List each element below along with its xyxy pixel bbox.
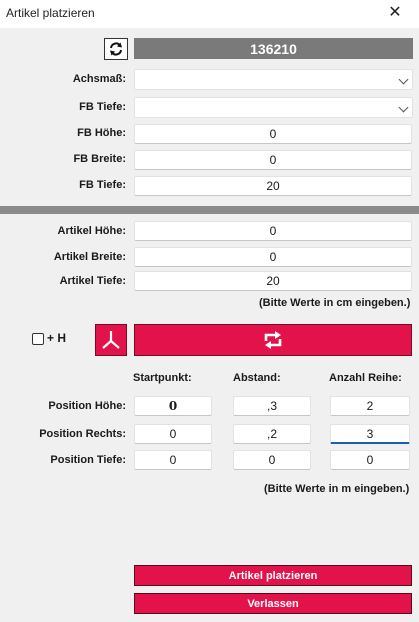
hint-m: (Bitte Werte in m eingeben.) <box>264 483 410 495</box>
position-tiefe-start[interactable]: 0 <box>134 450 212 470</box>
leave-button[interactable]: Verlassen <box>134 593 412 614</box>
artikel-breite-input[interactable]: 0 <box>134 247 412 267</box>
close-icon[interactable]: ✕ <box>383 3 407 23</box>
col-startpunkt: Startpunkt: <box>133 372 192 384</box>
swap-arrows-icon <box>264 331 282 349</box>
artikel-hoehe-input[interactable]: 0 <box>134 221 412 241</box>
position-rechts-anzahl[interactable]: 3 <box>330 424 410 444</box>
plus-h-label: + H <box>47 331 67 345</box>
artikel-hoehe-label: Artikel Höhe: <box>57 225 126 237</box>
artikel-tiefe-input[interactable]: 20 <box>134 271 412 291</box>
article-id-bar: 136210 <box>134 38 413 59</box>
fb-tiefe-input[interactable]: 20 <box>134 176 412 196</box>
col-anzahl-reihe: Anzahl Reihe: <box>329 372 402 384</box>
position-hoehe-abstand[interactable]: ,3 <box>233 396 311 416</box>
axis-icon <box>102 331 120 349</box>
chevron-down-icon <box>398 102 409 113</box>
fb-tiefe-label: FB Tiefe: <box>79 179 126 191</box>
refresh-button[interactable] <box>104 38 128 60</box>
chevron-down-icon <box>398 74 409 85</box>
place-article-button[interactable]: Artikel platzieren <box>134 565 412 586</box>
fb-hoehe-input[interactable]: 0 <box>134 124 412 144</box>
position-rechts-label: Position Rechts: <box>39 428 126 440</box>
fb-tiefe-select-label: FB Tiefe: <box>79 101 126 113</box>
plus-h-checkbox[interactable] <box>32 333 44 345</box>
position-tiefe-abstand[interactable]: 0 <box>233 450 311 470</box>
fb-breite-input[interactable]: 0 <box>134 150 412 170</box>
window-title: Artikel platzieren <box>6 6 95 20</box>
col-abstand: Abstand: <box>233 372 281 384</box>
fb-tiefe-select[interactable] <box>134 97 413 118</box>
position-tiefe-label: Position Tiefe: <box>50 454 126 466</box>
swap-button[interactable] <box>134 324 412 356</box>
fb-breite-label: FB Breite: <box>73 153 126 165</box>
artikel-breite-label: Artikel Breite: <box>53 251 126 263</box>
position-rechts-start[interactable]: 0 <box>134 424 212 444</box>
fb-hoehe-label: FB Höhe: <box>77 127 126 139</box>
position-tiefe-anzahl[interactable]: 0 <box>330 450 410 470</box>
position-hoehe-anzahl[interactable]: 2 <box>330 396 410 416</box>
position-rechts-abstand[interactable]: ,2 <box>233 424 311 444</box>
position-hoehe-label: Position Höhe: <box>48 400 126 412</box>
section-divider <box>0 206 419 214</box>
axis-button[interactable] <box>95 324 127 356</box>
achsmass-select[interactable] <box>134 69 413 90</box>
achsmass-label: Achsmaß: <box>72 73 126 85</box>
position-hoehe-start[interactable]: 0 <box>134 396 212 416</box>
refresh-icon <box>110 42 122 56</box>
artikel-tiefe-label: Artikel Tiefe: <box>59 275 126 287</box>
hint-cm: (Bitte Werte in cm eingeben.) <box>259 297 411 309</box>
